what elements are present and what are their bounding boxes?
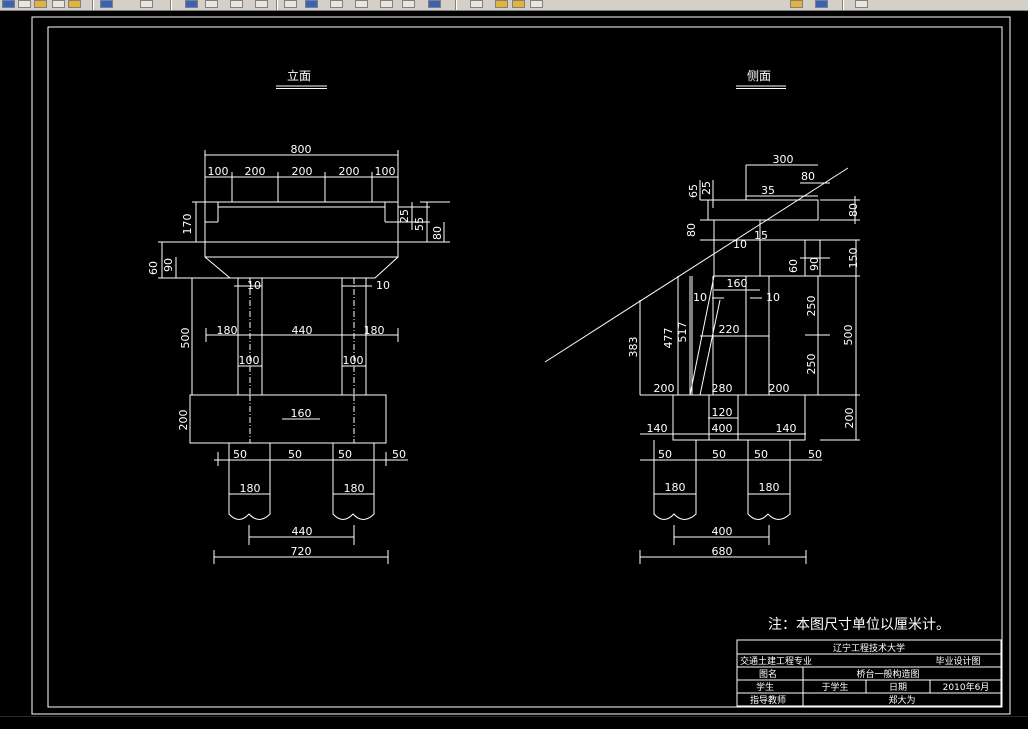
dimension-label: 680 [712, 545, 733, 558]
dimension-label: 200 [843, 408, 856, 429]
dimension-label: 200 [292, 165, 313, 178]
dimension-label: 65 [687, 184, 700, 198]
dimension-label: 60 [147, 261, 160, 275]
dimension-label: 120 [712, 406, 733, 419]
dimension-label: 100 [208, 165, 229, 178]
dimension-label: 80 [431, 226, 444, 240]
dimension-label: 60 [787, 259, 800, 273]
sheet-outer-border [31, 16, 1011, 715]
dimension-label: 250 [805, 354, 818, 375]
dimension-label: 200 [245, 165, 266, 178]
dimension-label: 50 [754, 448, 768, 461]
dimension-label: 150 [847, 248, 860, 269]
title-block: 辽宁工程技术大学 交通土建工程专业 毕业设计图 图名 桥台一般构造图 学生 于学… [736, 639, 1002, 707]
side-view: 侧面 300 80 35 65 25 80 80 10 15 60 90 150… [544, 69, 860, 564]
dimension-label: 500 [179, 328, 192, 349]
dimension-label: 400 [712, 525, 733, 538]
dimension-label: 180 [364, 324, 385, 337]
dimension-label: 90 [808, 257, 821, 271]
front-cap-beam [204, 201, 399, 243]
dimension-label: 50 [288, 448, 302, 461]
dimension-label: 300 [773, 153, 794, 166]
dimension-label: 200 [769, 382, 790, 395]
dimension-label: 440 [292, 324, 313, 337]
dimension-label: 10 [693, 291, 707, 304]
sheet-inner-border [47, 26, 1003, 708]
dimension-label: 440 [292, 525, 313, 538]
dimension-label: 200 [177, 410, 190, 431]
dimension-label: 180 [240, 482, 261, 495]
dimension-label: 交通土建工程专业 [740, 655, 812, 667]
dimension-label: 280 [712, 382, 733, 395]
dimension-label: 100 [239, 354, 260, 367]
dimension-label: 日期 [889, 682, 907, 693]
dimension-label: 140 [776, 422, 797, 435]
dimension-label: 50 [808, 448, 822, 461]
drawing-note: 注：本图尺寸单位以厘米计。 [768, 617, 950, 633]
dimension-label: 517 [676, 322, 689, 343]
dimension-label: 400 [712, 422, 733, 435]
dimension-label: 220 [719, 323, 740, 336]
dimension-label: 10 [733, 238, 747, 251]
dimension-label: 桥台一般构造图 [856, 668, 919, 680]
dimension-label: 80 [847, 203, 860, 217]
dimension-label: 郑大为 [888, 694, 915, 706]
dimension-label: 于学生 [821, 681, 848, 693]
dimension-label: 50 [392, 448, 406, 461]
dimension-label: 50 [338, 448, 352, 461]
front-view: 立面 800 100 200 200 200 100 170 60 90 25 … [147, 68, 450, 564]
dimension-label: 10 [376, 279, 390, 292]
dimension-label: 80 [685, 223, 698, 237]
dimension-label: 800 [291, 143, 312, 156]
dimension-label: 720 [291, 545, 312, 558]
side-view-title: 侧面 [747, 69, 771, 83]
dimension-label: 140 [647, 422, 668, 435]
dimension-label: 180 [759, 481, 780, 494]
dimension-label: 10 [766, 291, 780, 304]
dimension-label: 学生 [756, 681, 774, 693]
dimension-label: 160 [727, 277, 748, 290]
side-backwall [707, 199, 819, 221]
drawing-line [699, 299, 721, 396]
dimension-label: 图名 [759, 668, 777, 680]
model-layout-strip [0, 716, 1028, 729]
dimension-label: 170 [181, 214, 194, 235]
dimension-label: 100 [343, 354, 364, 367]
dimension-label: 10 [247, 279, 261, 292]
dimension-label: 250 [805, 296, 818, 317]
dimension-label: 100 [375, 165, 396, 178]
dimension-label: 辽宁工程技术大学 [833, 642, 905, 654]
dimension-label: 毕业设计图 [935, 655, 980, 667]
dimension-label: 200 [339, 165, 360, 178]
dimension-label: 180 [217, 324, 238, 337]
dimension-label: 477 [662, 328, 675, 349]
dimension-label: 200 [654, 382, 675, 395]
dimension-label: 50 [712, 448, 726, 461]
dimension-label: 35 [761, 184, 775, 197]
front-view-title: 立面 [287, 68, 311, 83]
dimension-label: 50 [233, 448, 247, 461]
dimension-label: 指导教师 [750, 694, 786, 706]
dimension-label: 180 [665, 481, 686, 494]
dimension-label: 160 [291, 407, 312, 420]
dimension-label: 50 [658, 448, 672, 461]
dimension-label: 180 [344, 482, 365, 495]
front-cap-haunch [204, 242, 399, 279]
drawing: 立面 800 100 200 200 200 100 170 60 90 25 … [31, 16, 1011, 715]
drawing-canvas[interactable]: 立面 800 100 200 200 200 100 170 60 90 25 … [0, 0, 1028, 728]
dimension-label: 25 [398, 209, 411, 223]
dimension-label: 2010年6月 [943, 681, 990, 693]
dimension-label: 500 [842, 325, 855, 346]
dimension-label: 90 [162, 258, 175, 272]
dimension-label: 25 [700, 181, 713, 195]
dimension-label: 383 [627, 337, 640, 358]
dimension-label: 55 [413, 217, 426, 231]
dimension-label: 80 [801, 170, 815, 183]
